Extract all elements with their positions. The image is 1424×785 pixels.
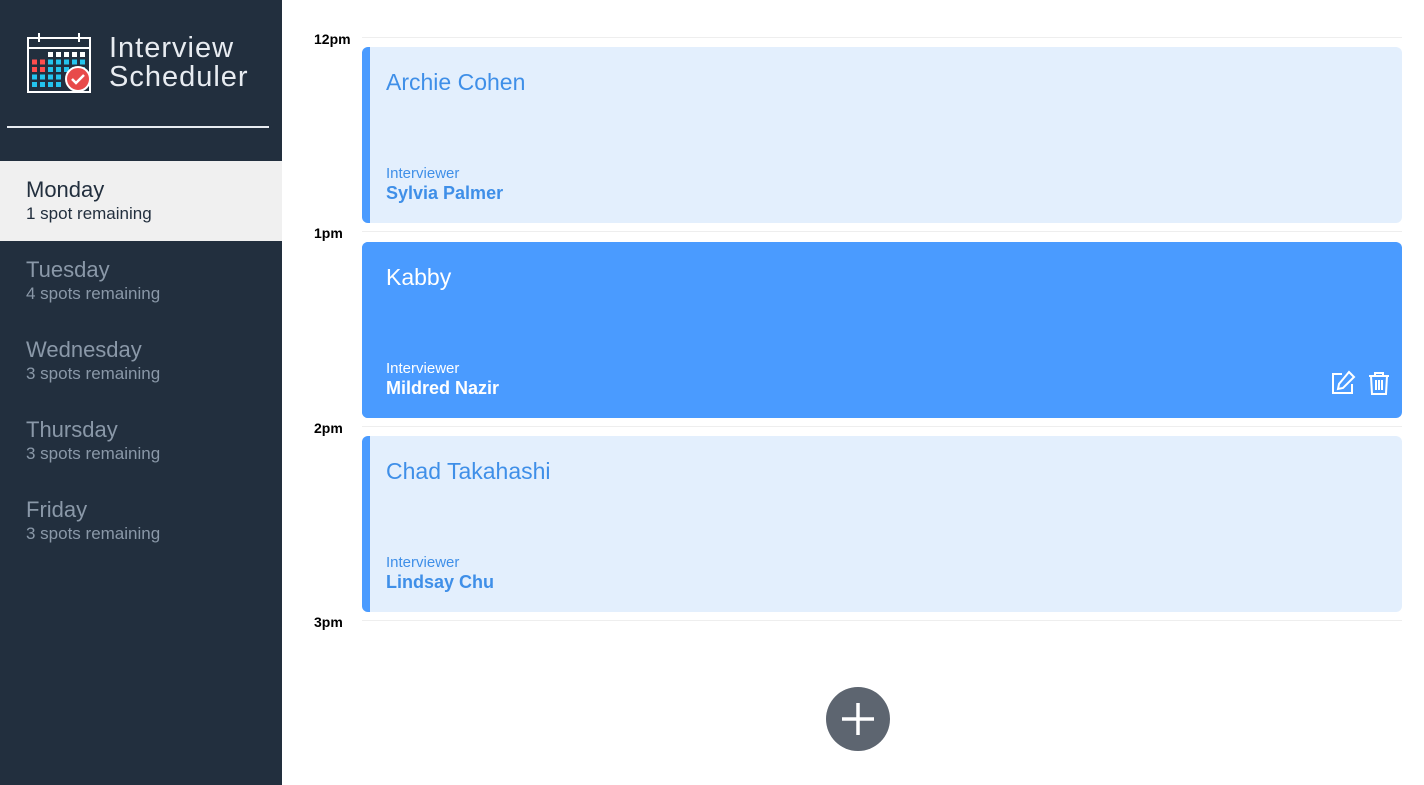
interviewer-label: Interviewer (386, 360, 460, 377)
day-spots: 3 spots remaining (26, 524, 161, 543)
interviewer-label: Interviewer (386, 165, 460, 182)
day-item-thursday[interactable]: Thursday 3 spots remaining (0, 401, 282, 481)
day-name: Friday (26, 497, 88, 522)
app-title: Interview Scheduler (109, 34, 249, 92)
student-name: Archie Cohen (386, 69, 526, 95)
brand: Interview Scheduler (27, 32, 249, 94)
plus-icon (842, 703, 874, 735)
hour-separator (362, 37, 1402, 38)
time-label: 2pm (314, 420, 343, 436)
interviewer-name: Mildred Nazir (386, 378, 500, 398)
day-item-monday[interactable]: Monday 1 spot remaining (0, 161, 282, 241)
day-name: Monday (26, 177, 105, 202)
day-spots: 3 spots remaining (26, 364, 161, 383)
app-title-line1: Interview (109, 32, 235, 64)
day-item-friday[interactable]: Friday 3 spots remaining (0, 481, 282, 561)
hour-separator (362, 426, 1402, 427)
interviewer-name: Lindsay Chu (386, 572, 495, 592)
day-name: Thursday (26, 417, 118, 442)
day-name: Wednesday (26, 337, 142, 362)
time-label: 3pm (314, 614, 343, 630)
app-title-line2: Scheduler (109, 61, 249, 93)
student-name: Kabby (386, 264, 452, 290)
day-item-wednesday[interactable]: Wednesday 3 spots remaining (0, 321, 282, 401)
student-name: Chad Takahashi (386, 458, 551, 484)
interviewer-label: Interviewer (386, 554, 460, 571)
schedule: 12pm Archie Cohen Interviewer Sylvia Pal… (282, 0, 1424, 785)
hour-separator (362, 231, 1402, 232)
day-item-tuesday[interactable]: Tuesday 4 spots remaining (0, 241, 282, 321)
brand-divider (7, 126, 269, 128)
trash-icon[interactable] (1366, 370, 1392, 396)
edit-icon[interactable] (1330, 370, 1356, 396)
time-label: 12pm (314, 31, 351, 47)
appointment-actions (1330, 370, 1392, 396)
add-appointment-button[interactable] (826, 687, 890, 751)
calendar-icon (27, 33, 91, 93)
appointment-card[interactable]: Archie Cohen Interviewer Sylvia Palmer (362, 47, 1402, 223)
appointment-card[interactable]: Kabby Interviewer Mildred Nazir (362, 242, 1402, 418)
day-name: Tuesday (26, 257, 110, 282)
appointment-accent-bar (362, 47, 370, 223)
day-spots: 3 spots remaining (26, 444, 161, 463)
hour-separator (362, 620, 1402, 621)
day-list: Monday 1 spot remaining Tuesday 4 spots … (0, 161, 282, 561)
day-spots: 4 spots remaining (26, 284, 161, 303)
time-label: 1pm (314, 225, 343, 241)
appointment-accent-bar (362, 436, 370, 612)
day-spots: 1 spot remaining (26, 204, 152, 223)
interviewer-name: Sylvia Palmer (386, 183, 504, 203)
appointment-card[interactable]: Chad Takahashi Interviewer Lindsay Chu (362, 436, 1402, 612)
appointment-accent-bar (362, 242, 370, 418)
sidebar: Interview Scheduler Monday 1 spot remain… (0, 0, 282, 785)
